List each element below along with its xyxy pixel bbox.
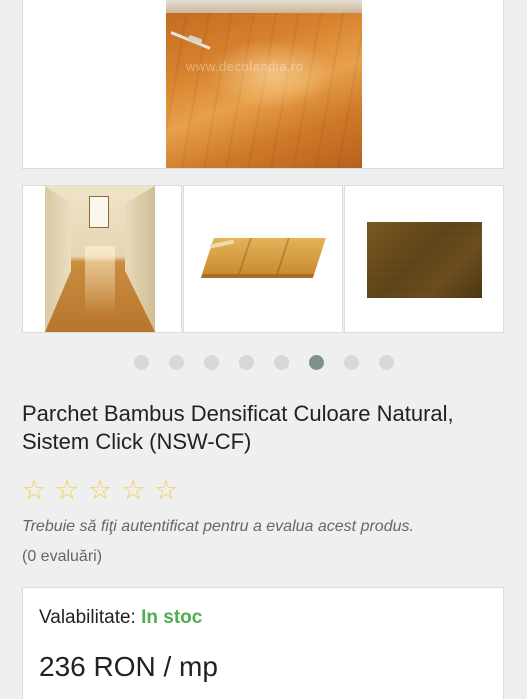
thumbnail-hallway[interactable] [22,185,182,333]
gallery-dot[interactable] [238,355,254,370]
star-icon[interactable]: ☆ [154,477,180,504]
gallery-dot[interactable] [273,355,289,370]
image-watermark: www.decolandia.ro [186,59,304,74]
thumbnail-swatch-image [367,222,482,298]
thumbnail-swatch[interactable] [344,185,504,333]
gallery-pagination-dots [0,355,527,371]
hall-door [89,196,109,228]
availability-row: Valabilitate: In stoc [39,607,202,629]
product-page: www.decolandia.ro Parchet Bambus Densifi… [0,0,527,699]
rating-stars[interactable]: ☆ ☆ ☆ ☆ ☆ [22,477,180,504]
product-title: Parchet Bambus Densificat Culoare Natura… [22,401,454,454]
photo-glare [206,39,336,109]
stock-status: In stoc [141,607,203,628]
hall-floor-glare [85,246,115,316]
thumbnail-hallway-image [45,186,155,332]
gallery-dot[interactable] [343,355,359,370]
product-info-card: Valabilitate: In stoc 236 RON / mp [22,587,504,699]
star-icon[interactable]: ☆ [22,477,48,504]
gallery-dot[interactable] [203,355,219,370]
gallery-dot[interactable] [168,355,184,370]
star-icon[interactable]: ☆ [88,477,114,504]
main-product-image[interactable]: www.decolandia.ro [166,0,362,168]
star-icon[interactable]: ☆ [55,477,81,504]
hall-right-wall [125,186,155,332]
thumbnail-plank[interactable] [183,185,343,333]
photo-wall [166,0,362,13]
star-icon[interactable]: ☆ [121,477,147,504]
gallery-dot[interactable] [378,355,394,370]
availability-label: Valabilitate: [39,607,142,628]
product-price: 236 RON / mp [39,651,218,682]
review-count[interactable]: (0 evaluări) [22,548,102,566]
hall-left-wall [45,186,71,332]
gallery-dot[interactable] [133,355,149,370]
main-product-image-card[interactable]: www.decolandia.ro [22,0,504,169]
gallery-dot[interactable] [308,355,324,370]
rating-login-note: Trebuie să fiţi autentificat pentru a ev… [22,518,414,535]
